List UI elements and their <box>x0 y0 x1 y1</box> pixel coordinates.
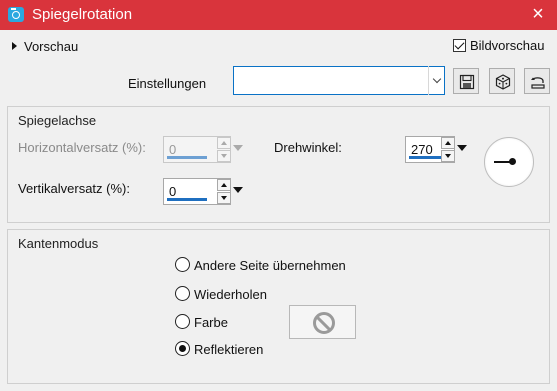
dice-icon <box>495 74 511 90</box>
rotation-label: Drehwinkel: <box>274 140 342 155</box>
spinner-up-icon[interactable] <box>217 179 231 191</box>
bildvorschau-label[interactable]: Bildvorschau <box>470 38 544 53</box>
spinner-down-icon[interactable] <box>217 192 231 204</box>
preview-toggle-label[interactable]: Vorschau <box>24 39 78 54</box>
kantenmodus-title: Kantenmodus <box>18 236 99 251</box>
horizontal-offset-value: 0 <box>169 142 177 157</box>
reset-button[interactable] <box>524 68 550 94</box>
no-color-icon <box>313 312 335 334</box>
radio-andere-seite[interactable] <box>175 257 190 272</box>
settings-dropdown[interactable] <box>233 66 445 95</box>
vertical-offset-slider[interactable] <box>167 198 207 201</box>
vertical-offset-spinner[interactable] <box>217 179 231 204</box>
rotation-dial[interactable] <box>484 137 534 187</box>
bildvorschau-checkbox[interactable] <box>453 39 466 52</box>
radio-wiederholen[interactable] <box>175 286 190 301</box>
kantenmodus-group <box>7 229 550 384</box>
vertical-offset-label: Vertikalversatz (%): <box>18 181 130 196</box>
radio-farbe[interactable] <box>175 314 190 329</box>
random-button[interactable] <box>489 68 515 94</box>
close-button[interactable]: × <box>525 3 551 27</box>
spinner-up-icon[interactable] <box>441 137 455 149</box>
camera-icon <box>8 7 24 22</box>
radio-reflektieren-label[interactable]: Reflektieren <box>194 342 263 357</box>
rotation-value: 270 <box>411 142 433 157</box>
radio-reflektieren[interactable] <box>175 341 190 356</box>
radio-wiederholen-label[interactable]: Wiederholen <box>194 287 267 302</box>
spiegelachse-title: Spiegelachse <box>18 113 97 128</box>
window-title: Spiegelrotation <box>32 6 133 23</box>
dial-knob <box>509 158 516 165</box>
spinner-down-icon[interactable] <box>217 150 231 162</box>
rotation-spinner[interactable] <box>441 137 455 162</box>
save-preset-button[interactable] <box>453 68 479 94</box>
save-icon <box>459 74 475 90</box>
radio-farbe-label[interactable]: Farbe <box>194 315 228 330</box>
horizontal-offset-dropdown-icon[interactable] <box>233 143 243 153</box>
color-swatch-button[interactable] <box>289 305 356 339</box>
vertical-offset-dropdown-icon[interactable] <box>233 185 243 195</box>
horizontal-offset-slider[interactable] <box>167 156 207 159</box>
spinner-down-icon[interactable] <box>441 150 455 162</box>
spinner-up-icon[interactable] <box>217 137 231 149</box>
reset-icon <box>531 77 545 89</box>
rotation-dropdown-icon[interactable] <box>457 143 467 153</box>
horizontal-offset-spinner[interactable] <box>217 137 231 162</box>
radio-andere-seite-label[interactable]: Andere Seite übernehmen <box>194 258 346 273</box>
settings-label: Einstellungen <box>128 76 207 91</box>
expand-preview-icon[interactable] <box>12 42 17 50</box>
chevron-down-icon[interactable] <box>428 66 445 95</box>
vertical-offset-value: 0 <box>169 184 177 199</box>
horizontal-offset-label: Horizontalversatz (%): <box>18 140 146 155</box>
